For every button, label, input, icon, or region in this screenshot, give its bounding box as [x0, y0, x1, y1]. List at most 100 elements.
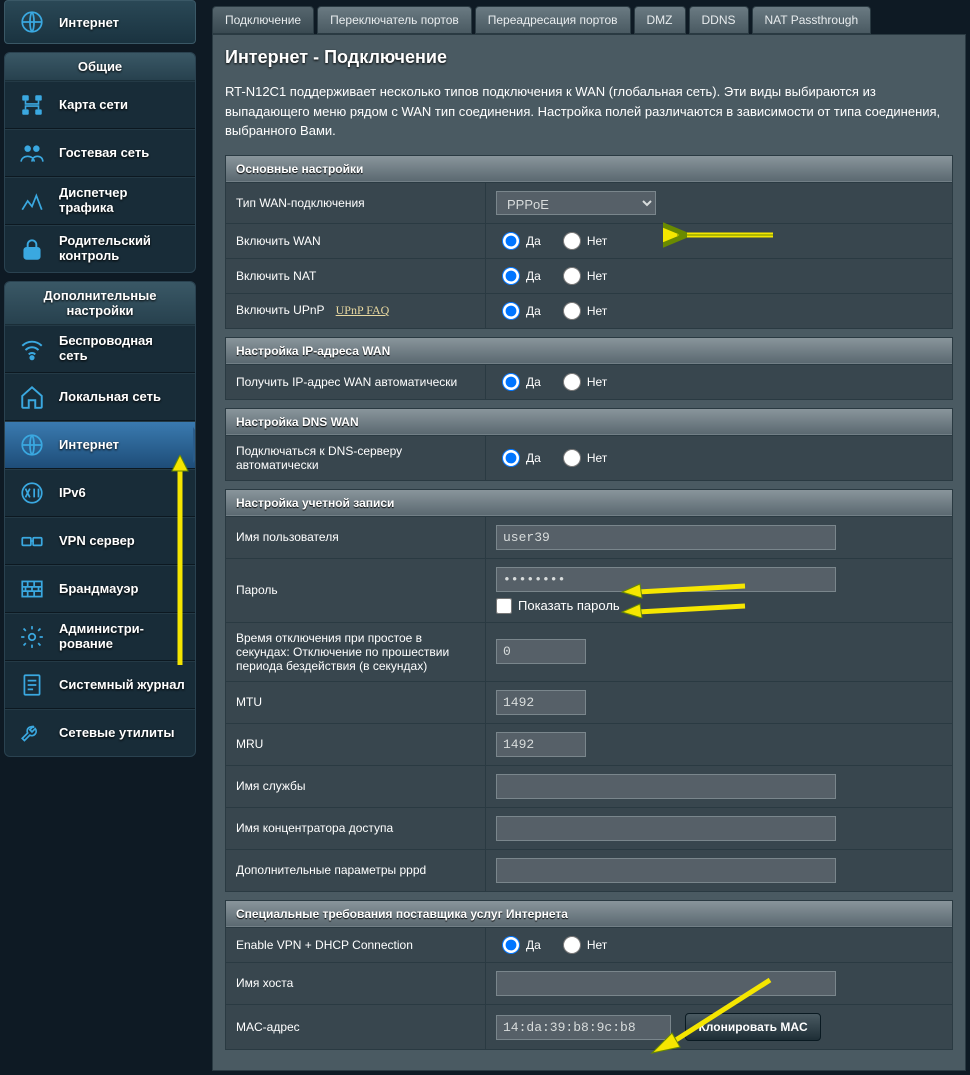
- sidebar-item-vpn[interactable]: VPN сервер: [5, 517, 195, 565]
- sidebar-advanced-header: Дополнительные настройки: [5, 282, 195, 325]
- wan-type-label: Тип WAN-подключения: [226, 182, 486, 223]
- enable-wan-yes[interactable]: [502, 232, 520, 250]
- sidebar-item-nettools[interactable]: Сетевые утилиты: [5, 709, 195, 756]
- mru-input[interactable]: [496, 732, 586, 757]
- no-label: Нет: [587, 234, 607, 248]
- enable-nat-yes[interactable]: [502, 267, 520, 285]
- nav-label: Карта сети: [59, 98, 185, 113]
- enable-nat-no[interactable]: [563, 267, 581, 285]
- sidebar-item-wireless[interactable]: Беспроводная сеть: [5, 325, 195, 373]
- show-password-checkbox[interactable]: [496, 598, 512, 614]
- mac-label: MAC-адрес: [226, 1004, 486, 1049]
- mru-label: MRU: [226, 723, 486, 765]
- idle-input[interactable]: [496, 639, 586, 664]
- vpn-dhcp-no[interactable]: [563, 936, 581, 954]
- yes-label: Да: [526, 938, 541, 952]
- nav-label: Родительский контроль: [59, 234, 185, 264]
- lock-icon: [15, 234, 49, 264]
- tab-dmz[interactable]: DMZ: [634, 6, 686, 34]
- sidebar-item-network-map[interactable]: Карта сети: [5, 81, 195, 129]
- vpn-dhcp-yes[interactable]: [502, 936, 520, 954]
- service-input[interactable]: [496, 774, 836, 799]
- upnp-faq-link[interactable]: UPnP FAQ: [336, 303, 390, 317]
- section-header-isp: Специальные требования поставщика услуг …: [226, 900, 953, 927]
- nav-label: IPv6: [59, 486, 185, 501]
- sidebar-item-syslog[interactable]: Системный журнал: [5, 661, 195, 709]
- mac-input[interactable]: [496, 1015, 671, 1040]
- page-desc: RT-N12C1 поддерживает несколько типов по…: [225, 82, 953, 141]
- clone-mac-button[interactable]: Клонировать MAC: [685, 1013, 820, 1041]
- sidebar-item-internet[interactable]: Интернет: [5, 421, 195, 469]
- concentrator-label: Имя концентратора доступа: [226, 807, 486, 849]
- ipwan-auto-yes[interactable]: [502, 373, 520, 391]
- page-title: Интернет - Подключение: [225, 47, 953, 68]
- section-header-dnswan: Настройка DNS WAN: [226, 408, 953, 435]
- show-password-label: Показать пароль: [518, 598, 620, 613]
- traffic-icon: [15, 186, 49, 216]
- tab-port-trigger[interactable]: Переключатель портов: [317, 6, 472, 34]
- password-input[interactable]: [496, 567, 836, 592]
- sidebar-item-parental[interactable]: Родительский контроль: [5, 225, 195, 272]
- sidebar-general-header: Общие: [5, 53, 195, 81]
- home-icon: [15, 382, 49, 412]
- yes-label: Да: [526, 269, 541, 283]
- nav-label: Брандмауэр: [59, 582, 185, 597]
- guest-icon: [15, 138, 49, 168]
- enable-upnp-no[interactable]: [563, 302, 581, 320]
- tab-nat[interactable]: NAT Passthrough: [752, 6, 872, 34]
- hostname-input[interactable]: [496, 971, 836, 996]
- enable-upnp-yes[interactable]: [502, 302, 520, 320]
- tab-port-forward[interactable]: Переадресация портов: [475, 6, 631, 34]
- table-account: Настройка учетной записи Имя пользовател…: [225, 489, 953, 892]
- enable-wan-label: Включить WAN: [226, 223, 486, 258]
- tab-ddns[interactable]: DDNS: [689, 6, 749, 34]
- nav-label: VPN сервер: [59, 534, 185, 549]
- yes-label: Да: [526, 304, 541, 318]
- sidebar-item-firewall[interactable]: Брандмауэр: [5, 565, 195, 613]
- section-header-ipwan: Настройка IP-адреса WAN: [226, 337, 953, 364]
- dnswan-auto-label: Подключаться к DNS-серверу автоматически: [226, 435, 486, 480]
- sidebar-item-ipv6[interactable]: IPv6: [5, 469, 195, 517]
- sidebar-item-admin[interactable]: Администри-рование: [5, 613, 195, 661]
- yes-label: Да: [526, 375, 541, 389]
- ipv6-icon: [15, 478, 49, 508]
- main-panel: Интернет - Подключение RT-N12C1 поддержи…: [212, 34, 966, 1071]
- enable-wan-no[interactable]: [563, 232, 581, 250]
- wan-type-select[interactable]: PPPoE: [496, 191, 656, 215]
- ipwan-auto-label: Получить IP-адрес WAN автоматически: [226, 364, 486, 399]
- nav-label: Беспроводная сеть: [59, 334, 185, 364]
- table-basic: Основные настройки Тип WAN-подключения P…: [225, 155, 953, 329]
- vpn-dhcp-label: Enable VPN + DHCP Connection: [226, 927, 486, 962]
- idle-label: Время отключения при простое в секундах:…: [226, 622, 486, 681]
- pppd-input[interactable]: [496, 858, 836, 883]
- wall-icon: [15, 574, 49, 604]
- nav-label: Гостевая сеть: [59, 146, 185, 161]
- service-label: Имя службы: [226, 765, 486, 807]
- section-header-account: Настройка учетной записи: [226, 489, 953, 516]
- table-dnswan: Настройка DNS WAN Подключаться к DNS-сер…: [225, 408, 953, 481]
- sidebar-item-traffic[interactable]: Диспетчер трафика: [5, 177, 195, 225]
- no-label: Нет: [587, 375, 607, 389]
- log-icon: [15, 670, 49, 700]
- hostname-label: Имя хоста: [226, 962, 486, 1004]
- username-input[interactable]: [496, 525, 836, 550]
- nav-label: Сетевые утилиты: [59, 726, 185, 741]
- mtu-input[interactable]: [496, 690, 586, 715]
- network-map-icon: [15, 90, 49, 120]
- tabs: Подключение Переключатель портов Переадр…: [212, 6, 966, 34]
- sidebar-item-lan[interactable]: Локальная сеть: [5, 373, 195, 421]
- sidebar-item-guest-network[interactable]: Гостевая сеть: [5, 129, 195, 177]
- nav-label: Диспетчер трафика: [59, 186, 185, 216]
- vpn-icon: [15, 526, 49, 556]
- nav-label: Системный журнал: [59, 678, 185, 693]
- top-internet-item[interactable]: Интернет: [4, 0, 196, 44]
- tools-icon: [15, 718, 49, 748]
- wifi-icon: [15, 334, 49, 364]
- concentrator-input[interactable]: [496, 816, 836, 841]
- dnswan-auto-no[interactable]: [563, 449, 581, 467]
- tab-connection[interactable]: Подключение: [212, 6, 314, 34]
- ipwan-auto-no[interactable]: [563, 373, 581, 391]
- sidebar-general-group: Общие Карта сети Гостевая сеть Диспетчер…: [4, 52, 196, 273]
- dnswan-auto-yes[interactable]: [502, 449, 520, 467]
- nav-label: Администри-рование: [59, 622, 185, 652]
